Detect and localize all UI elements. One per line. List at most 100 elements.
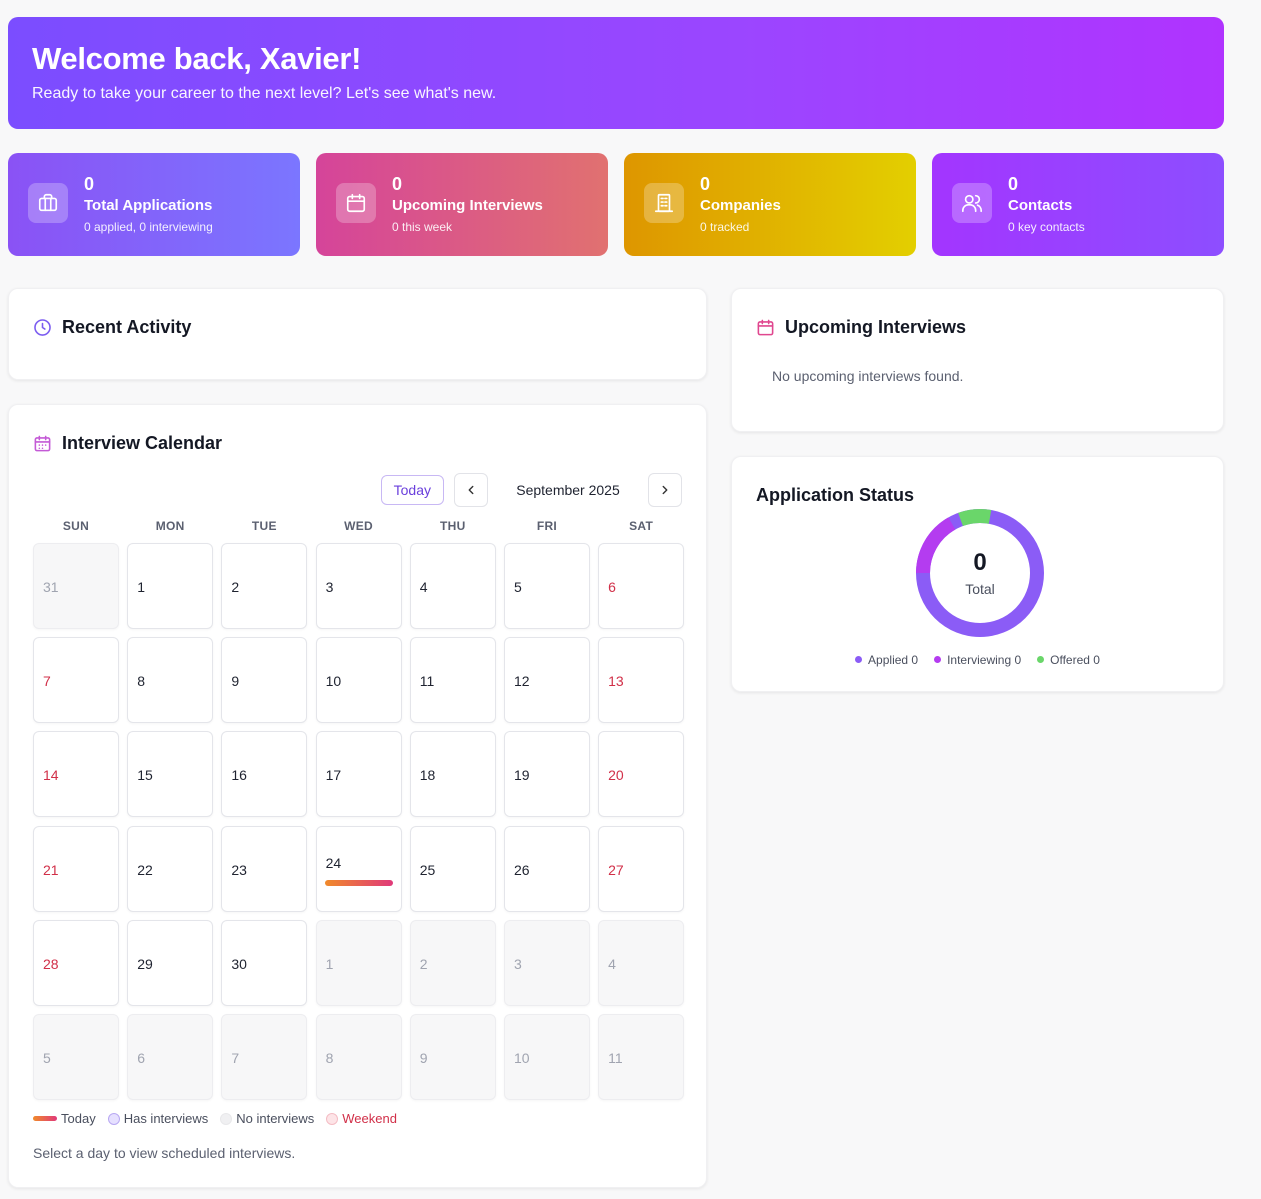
calendar-day[interactable]: 6: [127, 1013, 214, 1100]
stat-total-applications[interactable]: 0 Total Applications 0 applied, 0 interv…: [8, 153, 300, 256]
calendar-day-number: 3: [513, 955, 522, 972]
calendar-day[interactable]: 13: [598, 637, 685, 724]
calendar-day[interactable]: 2: [409, 919, 496, 1006]
stat-upcoming-interviews[interactable]: 0 Upcoming Interviews 0 this week: [316, 153, 608, 256]
calendar-day-number: 7: [43, 673, 51, 690]
calendar-day-number: 29: [137, 955, 153, 972]
calendar-day[interactable]: 15: [127, 731, 214, 818]
calendar-icon: [336, 183, 376, 223]
calendar-day-number: 5: [43, 1049, 51, 1066]
calendar-day[interactable]: 12: [503, 637, 590, 724]
today-button[interactable]: Today: [380, 475, 444, 505]
next-month-button[interactable]: [648, 473, 682, 507]
stat-label: Contacts: [1008, 197, 1073, 214]
calendar-day-number: 28: [43, 955, 59, 972]
building-icon: [644, 183, 684, 223]
calendar-day[interactable]: 31: [33, 543, 119, 629]
calendar-day[interactable]: 22: [127, 825, 214, 912]
legend-no-interviews: No interviews: [220, 1111, 314, 1126]
stat-label: Companies: [700, 197, 781, 214]
calendar-day[interactable]: 19: [503, 731, 590, 818]
calendar-day[interactable]: 9: [409, 1013, 496, 1100]
upcoming-interviews-heading: Upcoming Interviews: [756, 317, 1199, 338]
calendar-day-number: 2: [231, 579, 240, 595]
calendar-day-number: 8: [137, 673, 145, 690]
prev-month-button[interactable]: [454, 473, 488, 507]
calendar-day-number: 4: [608, 955, 616, 972]
calendar-day[interactable]: 7: [33, 637, 119, 724]
calendar-day-number: 1: [325, 955, 334, 972]
calendar-day-number: 11: [608, 1049, 623, 1066]
calendar-day[interactable]: 4: [598, 919, 685, 1006]
weekday-header: SUN MON TUE WED THU FRI SAT: [33, 519, 684, 533]
application-status-card: Application Status 0 Total Applied 0 Int…: [731, 456, 1224, 692]
calendar-day[interactable]: 17: [315, 731, 402, 818]
calendar-day-number: 24: [325, 854, 342, 871]
stat-value: 0: [392, 174, 403, 194]
calendar-day[interactable]: 2: [221, 543, 308, 629]
calendar-day[interactable]: 1: [315, 919, 402, 1006]
calendar-day-number: 23: [231, 861, 247, 878]
calendar-day[interactable]: 20: [598, 731, 685, 818]
calendar-day-number: 26: [513, 861, 530, 878]
recent-activity-heading: Recent Activity: [33, 317, 682, 338]
calendar-day-number: 19: [513, 767, 530, 784]
calendar-day[interactable]: 10: [315, 637, 402, 724]
calendar-legend: Today Has interviews No interviews Weeke…: [33, 1111, 397, 1126]
calendar-day[interactable]: 28: [33, 919, 119, 1006]
today-indicator-bar: [324, 879, 393, 886]
calendar-day[interactable]: 3: [315, 543, 402, 629]
stat-contacts[interactable]: 0 Contacts 0 key contacts: [932, 153, 1224, 256]
calendar-icon: [34, 435, 51, 452]
clock-icon: [34, 319, 51, 336]
calendar-day-number: 31: [43, 579, 59, 595]
status-total-label: Total: [965, 581, 995, 597]
calendar-day[interactable]: 1: [127, 543, 214, 629]
legend-applied: Applied 0: [855, 653, 918, 667]
stat-companies[interactable]: 0 Companies 0 tracked: [624, 153, 916, 256]
calendar-day-number: 2: [419, 955, 428, 972]
calendar-day[interactable]: 18: [409, 731, 496, 818]
calendar-day[interactable]: 4: [409, 543, 496, 629]
calendar-day-number: 20: [608, 767, 624, 784]
calendar-day-today[interactable]: 24: [315, 825, 402, 912]
stat-value: 0: [700, 174, 711, 194]
calendar-day[interactable]: 11: [598, 1013, 685, 1100]
calendar-day-number: 8: [325, 1049, 334, 1066]
chevron-right-icon: [662, 485, 668, 495]
status-legend: Applied 0 Interviewing 0 Offered 0: [732, 653, 1223, 667]
calendar-day[interactable]: 10: [503, 1013, 590, 1100]
calendar-day[interactable]: 9: [221, 637, 308, 724]
calendar-day-number: 22: [137, 861, 153, 878]
calendar-day[interactable]: 3: [503, 919, 590, 1006]
weekday-label: TUE: [251, 519, 277, 533]
calendar-day[interactable]: 14: [33, 731, 119, 818]
calendar-day[interactable]: 7: [221, 1013, 308, 1100]
calendar-day[interactable]: 16: [221, 731, 308, 818]
users-icon: [952, 183, 992, 223]
calendar-day[interactable]: 26: [503, 825, 590, 912]
calendar-day-number: 17: [325, 767, 342, 784]
calendar-day[interactable]: 25: [409, 825, 496, 912]
legend-interviewing: Interviewing 0: [934, 653, 1021, 667]
legend-offered: Offered 0: [1037, 653, 1100, 667]
calendar-day-number: 4: [419, 579, 428, 595]
weekday-label: THU: [439, 519, 466, 533]
calendar-day-number: 6: [137, 1049, 145, 1066]
calendar-day[interactable]: 5: [33, 1013, 119, 1100]
calendar-day[interactable]: 21: [33, 825, 119, 912]
calendar-day[interactable]: 8: [127, 637, 214, 724]
upcoming-interviews-card: Upcoming Interviews No upcoming intervie…: [731, 288, 1224, 432]
calendar-day[interactable]: 6: [598, 543, 685, 629]
calendar-day[interactable]: 8: [315, 1013, 402, 1100]
calendar-day[interactable]: 5: [503, 543, 590, 629]
calendar-day-number: 5: [513, 579, 522, 595]
upcoming-interviews-title: Upcoming Interviews: [785, 317, 967, 337]
calendar-day[interactable]: 23: [221, 825, 308, 912]
calendar-day[interactable]: 30: [221, 919, 308, 1006]
calendar-day[interactable]: 27: [598, 825, 685, 912]
calendar-day-number: 13: [608, 673, 624, 690]
stat-sub: 0 tracked: [700, 220, 750, 234]
calendar-day[interactable]: 11: [409, 637, 496, 724]
calendar-day[interactable]: 29: [127, 919, 214, 1006]
